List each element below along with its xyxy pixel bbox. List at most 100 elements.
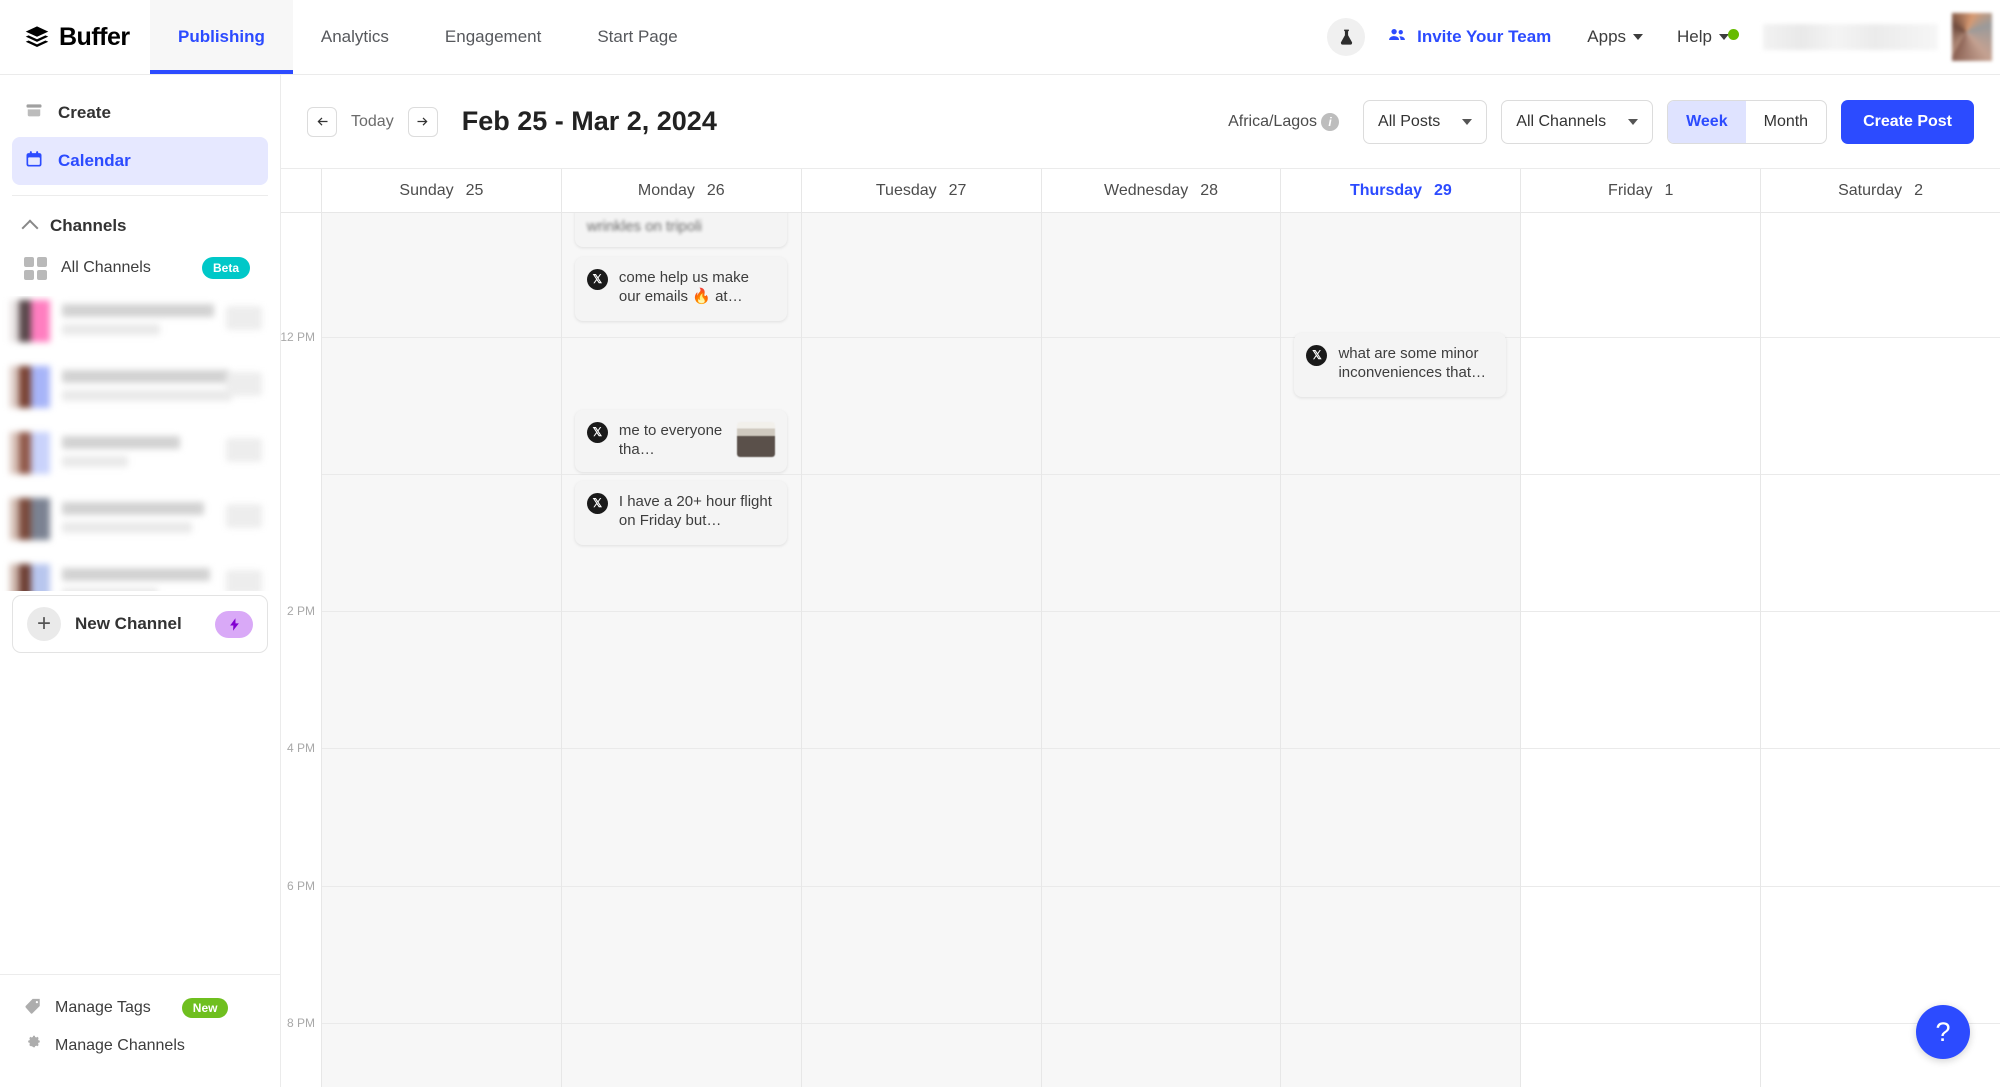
- day-header-number: 1: [1664, 181, 1674, 199]
- calendar-column-sunday[interactable]: [321, 213, 561, 1087]
- x-twitter-icon: 𝕏: [586, 493, 608, 514]
- previous-week-button[interactable]: [307, 106, 337, 137]
- calendar-post-card[interactable]: 𝕏 come help us make our emails 🔥 at…: [574, 257, 787, 321]
- day-header-name: Tuesday: [875, 181, 937, 199]
- time-label-8pm: 8 PM: [286, 1016, 315, 1030]
- sidebar-item-all-channels[interactable]: All Channels Beta: [0, 246, 280, 290]
- gear-icon: [24, 1035, 42, 1058]
- view-toggle-month[interactable]: Month: [1746, 101, 1826, 143]
- calendar-week-view: Sunday 25 Monday 26 Tuesday 27 Wednesday…: [281, 168, 2000, 1087]
- view-toggle-week[interactable]: Week: [1668, 100, 1746, 143]
- help-notification-dot: [1728, 29, 1739, 40]
- list-item[interactable]: [10, 562, 270, 591]
- sidebar-channel-list-redacted[interactable]: [0, 296, 280, 591]
- time-axis: 12 PM 2 PM 4 PM 6 PM 8 PM: [281, 213, 321, 1087]
- flask-icon[interactable]: [1327, 18, 1366, 56]
- calendar-post-card[interactable]: 𝕏 I have a 20+ hour flight on Friday but…: [574, 481, 787, 545]
- avatar[interactable]: [1952, 13, 1992, 61]
- calendar-grid-scroll[interactable]: 12 PM 2 PM 4 PM 6 PM 8 PM wrinkles on tr…: [281, 213, 2000, 1087]
- x-twitter-icon: 𝕏: [1306, 345, 1328, 366]
- new-badge: New: [181, 998, 229, 1018]
- calendar-day-headers: Sunday 25 Monday 26 Tuesday 27 Wednesday…: [281, 169, 2000, 213]
- buffer-logo-icon: [24, 24, 50, 50]
- list-item[interactable]: [10, 430, 270, 480]
- info-icon[interactable]: i: [1321, 112, 1340, 131]
- list-item[interactable]: [10, 364, 270, 414]
- day-header-monday[interactable]: Monday 26: [560, 169, 801, 212]
- day-header-name: Friday: [1608, 181, 1653, 199]
- post-text: I have a 20+ hour flight on Friday but…: [618, 493, 772, 529]
- today-button[interactable]: Today: [337, 113, 408, 131]
- time-label-2pm: 2 PM: [286, 604, 315, 618]
- calendar-column-wednesday[interactable]: [1040, 213, 1281, 1087]
- toolbar-right-group: Africa/Lagos i All Posts All Channels We…: [1228, 99, 1974, 144]
- plus-icon: +: [27, 607, 61, 641]
- sidebar-item-create[interactable]: Create: [12, 89, 268, 137]
- post-thumbnail: [736, 422, 775, 457]
- nav-tab-start-page[interactable]: Start Page: [569, 0, 705, 74]
- help-menu[interactable]: Help: [1677, 27, 1739, 47]
- chevron-up-icon: [21, 219, 39, 237]
- tag-icon: [24, 997, 42, 1020]
- sidebar-top-section: Create Calendar: [0, 75, 280, 185]
- nav-tab-engagement[interactable]: Engagement: [417, 0, 569, 74]
- posts-filter-select[interactable]: All Posts: [1363, 99, 1488, 144]
- sidebar-item-manage-tags[interactable]: Manage Tags New: [0, 989, 280, 1027]
- channel-avatar: [10, 564, 50, 591]
- channels-filter-select[interactable]: All Channels: [1501, 99, 1654, 144]
- x-twitter-icon: 𝕏: [586, 269, 608, 290]
- day-header-tuesday[interactable]: Tuesday 27: [800, 169, 1041, 212]
- day-header-friday[interactable]: Friday 1: [1520, 169, 1760, 212]
- help-floating-button[interactable]: ?: [1916, 1005, 1970, 1059]
- posts-filter-value: All Posts: [1378, 112, 1441, 130]
- sidebar-channels-section-toggle[interactable]: Channels: [0, 206, 280, 246]
- post-text: what are some minor inconveniences that…: [1338, 345, 1487, 381]
- day-header-name: Monday: [637, 181, 695, 199]
- day-header-name: Sunday: [399, 181, 454, 199]
- invite-your-team-label: Invite Your Team: [1417, 27, 1552, 46]
- time-label-6pm: 6 PM: [286, 879, 315, 893]
- main-content: Today Feb 25 - Mar 2, 2024 Africa/Lagos …: [281, 75, 2000, 1087]
- grid-icon: [24, 256, 47, 280]
- day-header-thursday[interactable]: Thursday 29: [1280, 169, 1520, 212]
- channel-avatar: [10, 432, 50, 474]
- apps-menu[interactable]: Apps: [1587, 27, 1644, 47]
- channel-avatar: [10, 366, 50, 408]
- redacted-search-field[interactable]: [1763, 24, 1938, 50]
- list-item[interactable]: [10, 496, 270, 546]
- day-header-wednesday[interactable]: Wednesday 28: [1040, 169, 1281, 212]
- list-item[interactable]: [10, 298, 270, 348]
- calendar-post-card[interactable]: 𝕏 what are some minor inconveniences tha…: [1294, 333, 1507, 397]
- calendar-column-tuesday[interactable]: [800, 213, 1041, 1087]
- create-post-button[interactable]: Create Post: [1841, 99, 1974, 144]
- nav-tab-publishing-label: Publishing: [178, 27, 265, 46]
- new-channel-button[interactable]: + New Channel: [12, 595, 268, 653]
- next-week-button[interactable]: [407, 106, 438, 137]
- chevron-down-icon: [1462, 118, 1473, 125]
- day-header-saturday[interactable]: Saturday 2: [1760, 169, 2000, 212]
- calendar-column-saturday[interactable]: [1760, 213, 2000, 1087]
- app-body: Create Calendar Channels All Channels Be…: [0, 75, 2000, 1087]
- date-range-title: Feb 25 - Mar 2, 2024: [461, 106, 717, 136]
- people-icon: [1387, 25, 1407, 50]
- day-header-number: 26: [706, 181, 725, 199]
- day-header-number: 29: [1433, 181, 1452, 199]
- calendar-day-columns: wrinkles on tripoli 𝕏 come help us make …: [321, 213, 2000, 1087]
- timezone-label: Africa/Lagos: [1228, 112, 1318, 130]
- nav-tab-publishing[interactable]: Publishing: [150, 0, 293, 74]
- calendar-column-monday[interactable]: wrinkles on tripoli 𝕏 come help us make …: [560, 213, 801, 1087]
- calendar-post-card[interactable]: wrinkles on tripoli: [574, 213, 787, 247]
- brand-logo-area[interactable]: Buffer: [0, 0, 150, 74]
- calendar-post-card[interactable]: 𝕏 me to everyone tha…: [574, 410, 787, 472]
- nav-tab-analytics[interactable]: Analytics: [293, 0, 417, 74]
- view-toggle-week-label: Week: [1686, 112, 1728, 130]
- day-header-sunday[interactable]: Sunday 25: [321, 169, 561, 212]
- calendar-column-thursday[interactable]: 𝕏 what are some minor inconveniences tha…: [1280, 213, 1521, 1087]
- sidebar-item-calendar[interactable]: Calendar: [12, 137, 268, 185]
- sidebar-item-calendar-label: Calendar: [58, 151, 131, 170]
- timezone-display: Africa/Lagos i: [1228, 112, 1349, 131]
- brand-name: Buffer: [59, 22, 130, 51]
- sidebar-item-manage-channels[interactable]: Manage Channels: [0, 1027, 280, 1065]
- calendar-column-friday[interactable]: [1520, 213, 1761, 1087]
- invite-your-team-button[interactable]: Invite Your Team: [1387, 25, 1551, 50]
